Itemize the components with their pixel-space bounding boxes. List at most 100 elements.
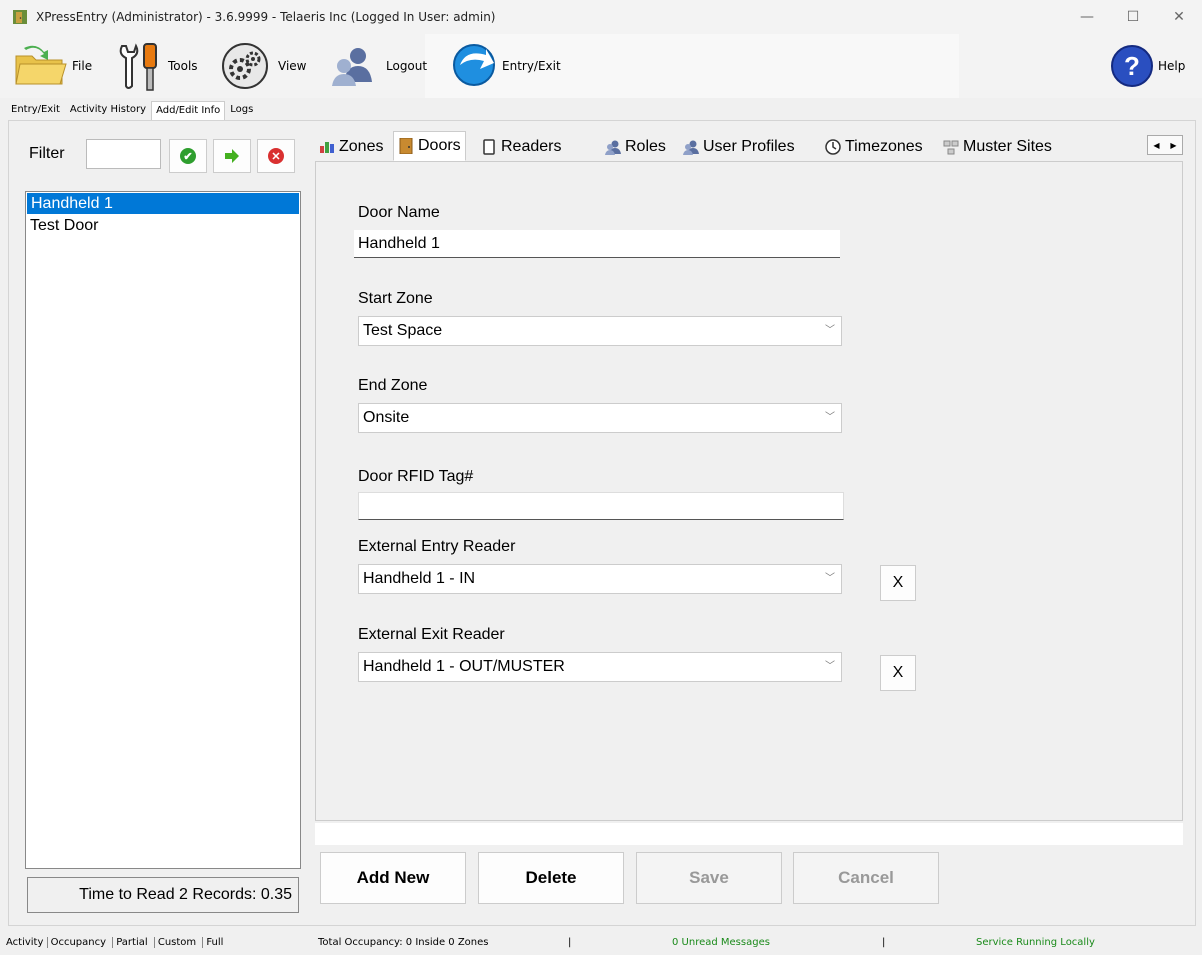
end-zone-value: Onsite [363,409,410,426]
tab-muster-sites-label: Muster Sites [963,138,1052,155]
tab-scroll-buttons: ◀ ▶ [1147,135,1183,155]
messages-status[interactable]: 0 Unread Messages [672,937,770,948]
status-link-occupancy[interactable]: Occupancy [46,937,110,948]
status-link-partial[interactable]: Partial [112,937,151,948]
chevron-down-icon: ﹀ [825,412,835,423]
tab-muster-sites[interactable]: Muster Sites [939,133,1056,161]
status-link-custom[interactable]: Custom [153,937,200,948]
status-divider: | [568,937,572,948]
entry-exit-button[interactable]: Entry/Exit [452,34,561,98]
start-zone-select[interactable]: Test Space ﹀ [358,316,842,346]
reader-icon [481,139,497,155]
rfid-tag-input[interactable] [358,492,844,520]
muster-sites-icon [943,139,959,155]
tab-activity-history[interactable]: Activity History [65,100,151,120]
list-item[interactable]: Handheld 1 [27,193,299,214]
add-new-button[interactable]: Add New [320,852,466,904]
tab-add-edit-info[interactable]: Add/Edit Info [151,101,226,120]
file-label: File [72,59,93,73]
door-icon [398,138,414,154]
tab-zones-label: Zones [339,138,384,155]
go-filter-button[interactable] [213,139,251,173]
tab-doors[interactable]: Doors [393,131,466,161]
help-icon: ? [1111,45,1153,87]
view-label: View [278,59,307,73]
clear-entry-reader-button[interactable]: X [880,565,916,601]
door-name-label: Door Name [358,204,440,221]
add-edit-panel: Filter ✔ ✕ Handheld 1 Test Door Time to … [8,120,1196,926]
cancel-button[interactable]: Cancel [793,852,939,904]
end-zone-label: End Zone [358,377,428,394]
close-button[interactable]: ✕ [1156,0,1202,34]
list-item[interactable]: Test Door [26,215,300,236]
file-menu[interactable]: File [12,34,92,98]
entry-reader-label: External Entry Reader [358,538,516,555]
tools-menu[interactable]: Tools [114,34,198,98]
scroll-left-icon[interactable]: ◀ [1148,136,1165,154]
title-bar: XPressEntry (Administrator) - 3.6.9999 -… [0,0,1202,34]
entry-reader-select[interactable]: Handheld 1 - IN ﹀ [358,564,842,594]
status-divider: | [882,937,886,948]
tab-doors-label: Doors [418,137,461,154]
roles-icon [605,139,621,155]
users-icon [332,48,372,86]
svg-text:?: ? [1124,51,1140,81]
door-name-input[interactable]: Handheld 1 [354,230,840,258]
status-link-activity[interactable]: Activity [6,937,43,948]
user-profiles-icon [683,139,699,155]
tab-readers-label: Readers [501,138,562,155]
tab-user-profiles[interactable]: User Profiles [679,133,799,161]
start-zone-value: Test Space [363,322,443,339]
tab-user-profiles-label: User Profiles [703,138,795,155]
form-footer-strip [315,823,1183,845]
status-link-full[interactable]: Full [202,937,227,948]
door-list[interactable]: Handheld 1 Test Door [25,191,301,869]
filter-label: Filter [29,145,65,162]
tab-readers[interactable]: Readers [477,133,565,161]
logout-label: Logout [386,59,428,73]
view-menu[interactable]: View [220,34,306,98]
clear-icon: ✕ [268,148,284,164]
save-button[interactable]: Save [636,852,782,904]
zones-icon [319,139,335,155]
chevron-down-icon: ﹀ [825,573,835,584]
exit-reader-value: Handheld 1 - OUT/MUSTER [363,658,565,675]
exit-reader-select[interactable]: Handheld 1 - OUT/MUSTER ﹀ [358,652,842,682]
minimize-button[interactable]: — [1064,0,1110,34]
help-button[interactable]: ? Help [1110,34,1185,98]
logout-button[interactable]: Logout [330,34,427,98]
tab-timezones-label: Timezones [845,138,923,155]
service-status: Service Running Locally [976,937,1095,948]
door-form: Door Name Handheld 1 Start Zone Test Spa… [315,161,1183,821]
clock-icon [825,139,841,155]
occupancy-status: Total Occupancy: 0 Inside 0 Zones [318,937,489,948]
toolbar: File Tools View Logout Entry/Exit ? Help [0,34,1202,98]
tools-label: Tools [168,59,198,73]
status-bar: Activity Occupancy Partial Custom Full T… [0,932,1202,955]
tools-icon [119,43,157,91]
clear-filter-button[interactable]: ✕ [257,139,295,173]
exit-reader-label: External Exit Reader [358,626,505,643]
maximize-button[interactable]: ☐ [1110,0,1156,34]
status-links: Activity Occupancy Partial Custom Full [6,937,227,948]
tab-logs[interactable]: Logs [225,100,258,120]
folder-icon [15,45,67,85]
chevron-down-icon: ﹀ [825,661,835,672]
tab-roles[interactable]: Roles [601,133,670,161]
entity-tabs: Zones Doors Readers Roles User Profiles … [315,131,1183,161]
chevron-down-icon: ﹀ [825,325,835,336]
delete-button[interactable]: Delete [478,852,624,904]
tab-entry-exit[interactable]: Entry/Exit [6,100,65,120]
clear-exit-reader-button[interactable]: X [880,655,916,691]
entry-exit-label: Entry/Exit [502,59,561,73]
end-zone-select[interactable]: Onsite ﹀ [358,403,842,433]
arrow-right-icon [225,149,239,163]
entry-reader-value: Handheld 1 - IN [363,570,476,587]
help-label: Help [1158,59,1186,73]
apply-filter-button[interactable]: ✔ [169,139,207,173]
tab-zones[interactable]: Zones [315,133,387,161]
entry-exit-arrow-icon [453,44,495,86]
tab-timezones[interactable]: Timezones [821,133,927,161]
filter-input[interactable] [86,139,161,169]
scroll-right-icon[interactable]: ▶ [1165,136,1182,154]
